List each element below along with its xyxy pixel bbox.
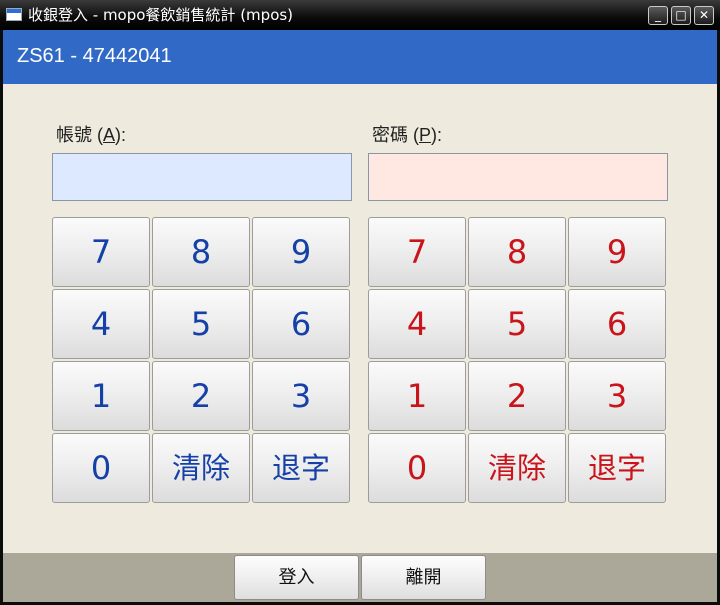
store-id-title: ZS61 - 47442041 (17, 45, 172, 67)
password-keypad: 7 8 9 4 5 6 1 2 3 0 清除 退字 (368, 217, 668, 505)
login-button[interactable]: 登入 (234, 555, 359, 600)
account-key-6[interactable]: 6 (252, 289, 350, 359)
password-key-5[interactable]: 5 (468, 289, 566, 359)
login-window: 收銀登入 - mopo餐飲銷售統計 (mpos) _ □ ✕ ZS61 - 47… (0, 0, 720, 605)
account-label: 帳號 (A): (56, 124, 126, 146)
password-label-suffix: ): (431, 125, 443, 145)
account-key-9[interactable]: 9 (252, 217, 350, 287)
account-label-suffix: ): (115, 125, 127, 145)
account-key-1[interactable]: 1 (52, 361, 150, 431)
account-key-5[interactable]: 5 (152, 289, 250, 359)
account-key-3[interactable]: 3 (252, 361, 350, 431)
account-backspace-button[interactable]: 退字 (252, 433, 350, 503)
account-clear-button[interactable]: 清除 (152, 433, 250, 503)
password-label: 密碼 (P): (372, 124, 442, 146)
password-key-7[interactable]: 7 (368, 217, 466, 287)
password-input[interactable] (368, 153, 668, 201)
password-key-8[interactable]: 8 (468, 217, 566, 287)
account-key-0[interactable]: 0 (52, 433, 150, 503)
title-bar[interactable]: 收銀登入 - mopo餐飲銷售統計 (mpos) _ □ ✕ (0, 0, 720, 30)
minimize-button[interactable]: _ (648, 6, 668, 25)
password-backspace-button[interactable]: 退字 (568, 433, 666, 503)
account-key-8[interactable]: 8 (152, 217, 250, 287)
login-panel: 帳號 (A): 密碼 (P): 7 8 9 4 5 6 1 2 3 0 清除 退… (3, 84, 717, 553)
password-key-2[interactable]: 2 (468, 361, 566, 431)
store-header: ZS61 - 47442041 (3, 30, 717, 84)
footer-bar: 登入 離開 (3, 553, 717, 602)
window-title: 收銀登入 - mopo餐飲銷售統計 (mpos) (28, 6, 294, 24)
password-key-4[interactable]: 4 (368, 289, 466, 359)
password-key-9[interactable]: 9 (568, 217, 666, 287)
account-key-4[interactable]: 4 (52, 289, 150, 359)
account-key-2[interactable]: 2 (152, 361, 250, 431)
password-label-prefix: 密碼 ( (372, 125, 419, 145)
exit-button[interactable]: 離開 (361, 555, 486, 600)
password-key-3[interactable]: 3 (568, 361, 666, 431)
password-clear-button[interactable]: 清除 (468, 433, 566, 503)
close-button[interactable]: ✕ (694, 6, 714, 25)
maximize-button[interactable]: □ (671, 6, 691, 25)
password-key-6[interactable]: 6 (568, 289, 666, 359)
account-key-7[interactable]: 7 (52, 217, 150, 287)
account-label-prefix: 帳號 ( (56, 125, 103, 145)
account-label-mnemonic: A (103, 125, 116, 145)
password-key-1[interactable]: 1 (368, 361, 466, 431)
account-keypad: 7 8 9 4 5 6 1 2 3 0 清除 退字 (52, 217, 352, 505)
app-window-icon (6, 8, 22, 21)
password-key-0[interactable]: 0 (368, 433, 466, 503)
password-label-mnemonic: P (419, 125, 432, 145)
account-input[interactable] (52, 153, 352, 201)
